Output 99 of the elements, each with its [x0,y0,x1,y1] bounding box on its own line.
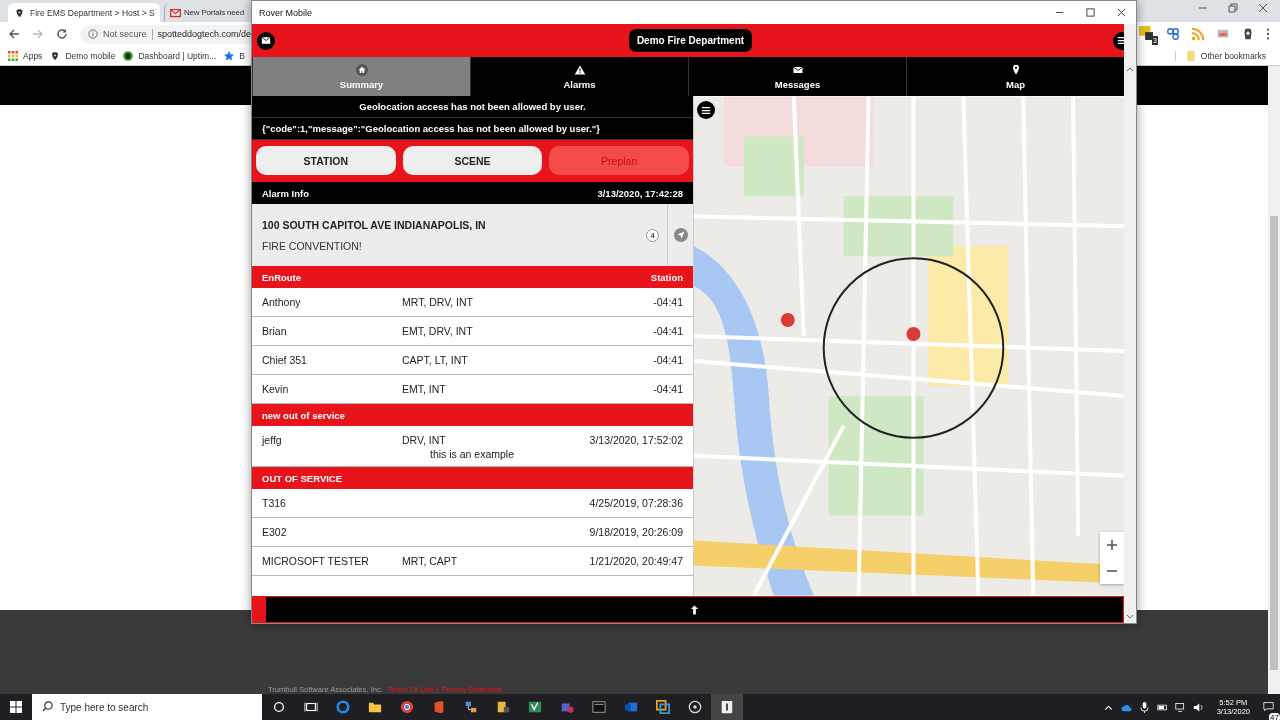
member-time: 4/25/2019, 07:28:36 [589,497,683,509]
reload-icon[interactable] [56,28,68,40]
notice-text: {"code":1,"message":"Geolocation access has not been allowed by user."} [252,118,693,140]
star-icon [224,50,235,61]
member-roles: MRT, DRV, INT [402,296,474,308]
member-roles: DRV, INT [402,434,447,446]
menu-dots-icon[interactable] [1266,27,1270,41]
browser-tab[interactable]: Fire EMS Department > Host > S [8,3,160,22]
member-time: 9/18/2019, 20:26:09 [589,526,683,538]
alarm-description: FIRE CONVENTION! [262,239,363,252]
section-heading: EnRoute [262,271,302,283]
notice-text: Geolocation access has not been allowed by user. [252,96,693,118]
outlook-icon[interactable] [624,700,638,714]
extension-icon[interactable] [1139,26,1153,40]
bookmark[interactable]: Apps [8,50,43,61]
cortana-icon[interactable] [272,700,286,714]
member-roles: EMT, DRV, INT [402,325,474,337]
info-icon [88,29,98,39]
member-roles: CAPT, LT, INT [402,354,469,366]
bookmark-folder[interactable]: Other bookmarks [1174,50,1266,61]
member-name: E302 [262,526,288,538]
maximize-icon[interactable] [1086,8,1095,17]
folder-icon [1185,50,1196,61]
chevron-down-icon[interactable] [1126,614,1134,620]
envelope-icon [170,7,181,18]
member-note: this is an example [429,448,516,460]
bookmark[interactable]: B [224,50,245,61]
member-name: Kevin [262,383,290,395]
close-icon[interactable] [1117,8,1126,17]
message-button[interactable] [257,31,275,50]
menu-icon [701,105,711,115]
member-time: -04:41 [653,325,683,337]
battery-icon[interactable] [1156,701,1168,713]
window-icon[interactable] [656,700,670,714]
speaker-icon[interactable] [1192,701,1204,713]
member-time: -04:41 [653,296,683,308]
destination-button[interactable]: STATION [256,146,396,175]
alarm-time: 3/13/2020, 17:42:28 [597,187,683,199]
bookmark[interactable]: Demo mobile [50,50,116,61]
dog-icon [50,50,61,61]
nav-tab[interactable]: Summary [252,57,470,96]
zoom-in-button[interactable] [1100,532,1124,558]
scrollbar[interactable] [1124,24,1136,623]
search-field[interactable]: Type here to search [32,694,262,720]
member-name: Anthony [262,296,302,308]
network-icon[interactable] [1174,701,1186,713]
member-roles: EMT, INT [402,383,447,395]
member-time: 3/13/2020, 17:52:02 [589,434,683,446]
member-name: MICROSOFT TESTER [262,555,370,567]
member-time: -04:41 [653,383,683,395]
member-name: T316 [262,497,287,509]
section-heading: OUT OF SERVICE [262,472,343,484]
apps-grid-icon [8,50,18,61]
member-time: -04:41 [653,354,683,366]
network-icon[interactable] [464,700,478,714]
back-icon[interactable] [8,28,20,40]
browser-icon[interactable] [400,700,414,714]
member-name: Brian [262,325,288,337]
folder-icon[interactable] [368,700,382,714]
bookmark[interactable]: Dashboard | Uptim... [123,50,217,61]
section-heading: Alarm Info [262,187,309,199]
edge-icon[interactable] [336,700,350,714]
member-name: jeffg [262,434,283,446]
envelope-icon [261,36,271,45]
search-icon [42,701,53,712]
window-title: Rover Mobile [259,7,313,18]
circle-icon [123,50,134,61]
plus-icon [1107,540,1117,550]
destination-button[interactable]: SCENE [402,146,543,175]
database-icon[interactable] [496,700,510,714]
task-view-icon[interactable] [304,700,318,714]
alarm-address: 100 SOUTH CAPITOL AVE INDIANAPOLIS, IN [262,218,487,231]
zoom-out-button[interactable] [1100,558,1124,584]
microphone-icon[interactable] [1138,701,1150,713]
office-icon[interactable] [432,700,446,714]
department-title: Demo Fire Department [628,29,753,52]
notification-count: 47 [1269,713,1280,720]
member-name: Chief 351 [262,354,308,366]
close-icon[interactable] [1258,3,1268,13]
arrow-up-icon [690,604,699,615]
restore-icon[interactable] [1228,3,1238,13]
recorder-icon[interactable] [688,700,702,714]
dog-icon [14,7,25,18]
app-icon[interactable] [720,700,734,714]
home-icon [355,63,368,76]
warning-icon [573,63,586,76]
navigation-icon[interactable] [673,228,688,242]
terminal-icon[interactable] [592,700,606,714]
windows-logo-icon[interactable] [10,701,22,713]
scrollbar-thumb[interactable] [1270,216,1278,670]
member-time: 1/21/2020, 20:49:47 [589,555,683,567]
notification-icon[interactable] [1263,701,1274,712]
security-label: Not secure [103,29,147,39]
section-heading: new out of service [262,409,345,421]
scrollbar[interactable] [1268,66,1280,694]
column-heading: Station [650,271,683,283]
url-text: spotteddogtech.com/de [157,29,252,39]
editor-icon[interactable] [528,700,542,714]
member-roles: MRT, CAPT [402,555,459,567]
